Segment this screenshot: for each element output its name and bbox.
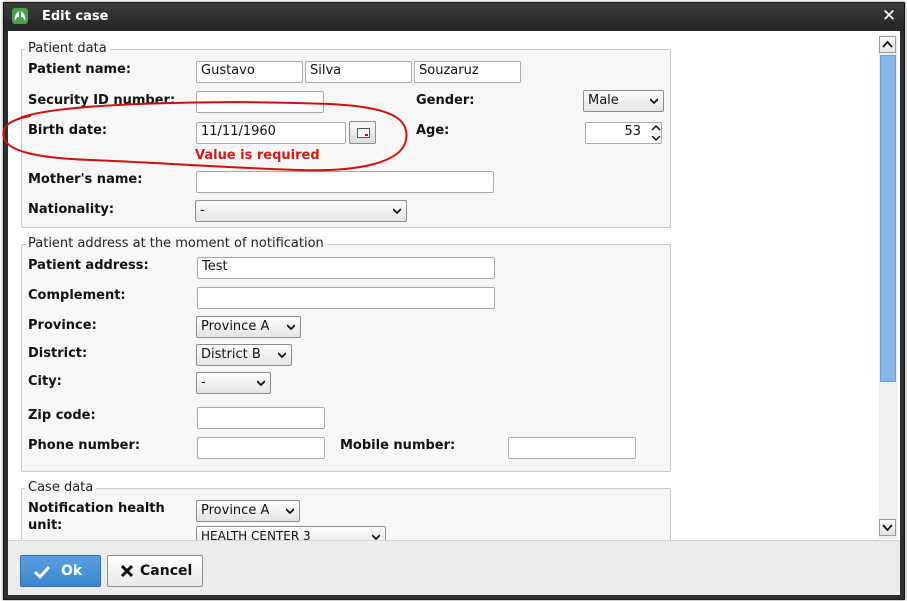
vertical-scrollbar[interactable] bbox=[879, 35, 897, 539]
dialog-footer: Ok Cancel bbox=[8, 540, 900, 595]
mother-name-label: Mother's name: bbox=[28, 172, 143, 187]
dialog-title: Edit case bbox=[42, 9, 109, 24]
check-icon bbox=[33, 565, 51, 580]
cancel-label: Cancel bbox=[140, 563, 193, 579]
birth-date-field[interactable]: 11/11/1960 bbox=[196, 122, 346, 144]
patient-address-field[interactable]: Test bbox=[197, 257, 495, 279]
phone-number-field[interactable] bbox=[197, 437, 325, 459]
nationality-value: - bbox=[200, 203, 205, 218]
city-value: - bbox=[201, 375, 206, 390]
close-icon[interactable]: ✕ bbox=[880, 7, 898, 25]
first-name-field[interactable]: Gustavo bbox=[196, 61, 303, 83]
district-label: District: bbox=[28, 346, 88, 361]
birth-date-label: Birth date: bbox=[28, 123, 108, 138]
complement-field[interactable] bbox=[197, 287, 495, 309]
birth-date-error: Value is required bbox=[195, 148, 320, 163]
dialog-content: Patient data Patient name: Gustavo Silva… bbox=[8, 31, 900, 540]
district-value: District B bbox=[201, 347, 261, 362]
notification-health-unit-label: Notification health unit: bbox=[28, 501, 165, 533]
x-icon bbox=[120, 564, 134, 578]
address-legend: Patient address at the moment of notific… bbox=[25, 236, 327, 251]
mobile-number-field[interactable] bbox=[508, 437, 636, 459]
gender-select[interactable]: Male bbox=[583, 90, 664, 112]
lungs-icon bbox=[12, 8, 28, 24]
patient-name-label: Patient name: bbox=[28, 62, 132, 77]
zip-code-field[interactable] bbox=[197, 407, 325, 429]
case-data-legend: Case data bbox=[25, 480, 97, 495]
ok-label: Ok bbox=[61, 563, 83, 579]
notification-province-select[interactable]: Province A bbox=[196, 500, 300, 522]
chevron-down-icon bbox=[372, 534, 380, 540]
province-value: Province A bbox=[201, 319, 270, 334]
nationality-select[interactable]: - bbox=[195, 200, 407, 222]
age-stepper-icon[interactable] bbox=[651, 123, 661, 143]
district-select[interactable]: District B bbox=[196, 344, 292, 366]
scroll-down-button[interactable] bbox=[879, 519, 896, 536]
ok-button[interactable]: Ok bbox=[20, 555, 101, 587]
edit-case-dialog: Edit case ✕ Patient data Patient name: G… bbox=[3, 2, 905, 600]
mother-name-field[interactable] bbox=[196, 171, 494, 193]
notification-province-value: Province A bbox=[201, 503, 270, 518]
title-bar: Edit case ✕ bbox=[4, 3, 904, 31]
notification-unit-value: HEALTH CENTER 3 bbox=[201, 529, 311, 540]
notification-unit-select[interactable]: HEALTH CENTER 3 bbox=[196, 526, 386, 540]
phone-number-label: Phone number: bbox=[28, 438, 141, 453]
age-label: Age: bbox=[416, 123, 450, 138]
nationality-label: Nationality: bbox=[28, 202, 115, 217]
scrollbar-thumb[interactable] bbox=[880, 55, 896, 382]
chevron-down-icon bbox=[882, 524, 893, 532]
middle-name-field[interactable]: Silva bbox=[305, 61, 412, 83]
calendar-button[interactable] bbox=[349, 121, 376, 144]
scroll-up-button[interactable] bbox=[879, 36, 896, 53]
chevron-down-icon bbox=[286, 508, 294, 515]
patient-data-legend: Patient data bbox=[25, 41, 110, 56]
calendar-icon bbox=[357, 128, 370, 138]
province-select[interactable]: Province A bbox=[196, 316, 301, 338]
chevron-down-icon bbox=[287, 324, 295, 331]
province-label: Province: bbox=[28, 318, 97, 333]
last-name-field[interactable]: Souzaruz bbox=[414, 61, 521, 83]
gender-label: Gender: bbox=[416, 93, 475, 108]
zip-code-label: Zip code: bbox=[28, 408, 96, 423]
chevron-down-icon bbox=[278, 352, 286, 359]
city-label: City: bbox=[28, 374, 62, 389]
gender-value: Male bbox=[588, 93, 619, 108]
mobile-number-label: Mobile number: bbox=[340, 438, 456, 453]
chevron-down-icon bbox=[393, 208, 401, 215]
security-id-field[interactable] bbox=[196, 91, 324, 113]
chevron-up-icon bbox=[882, 40, 893, 48]
chevron-down-icon bbox=[650, 98, 658, 105]
security-id-label: Security ID number: bbox=[28, 93, 176, 108]
city-select[interactable]: - bbox=[196, 372, 271, 394]
cancel-button[interactable]: Cancel bbox=[107, 555, 203, 587]
complement-label: Complement: bbox=[28, 288, 126, 303]
patient-address-label: Patient address: bbox=[28, 258, 149, 273]
chevron-down-icon bbox=[257, 380, 265, 387]
